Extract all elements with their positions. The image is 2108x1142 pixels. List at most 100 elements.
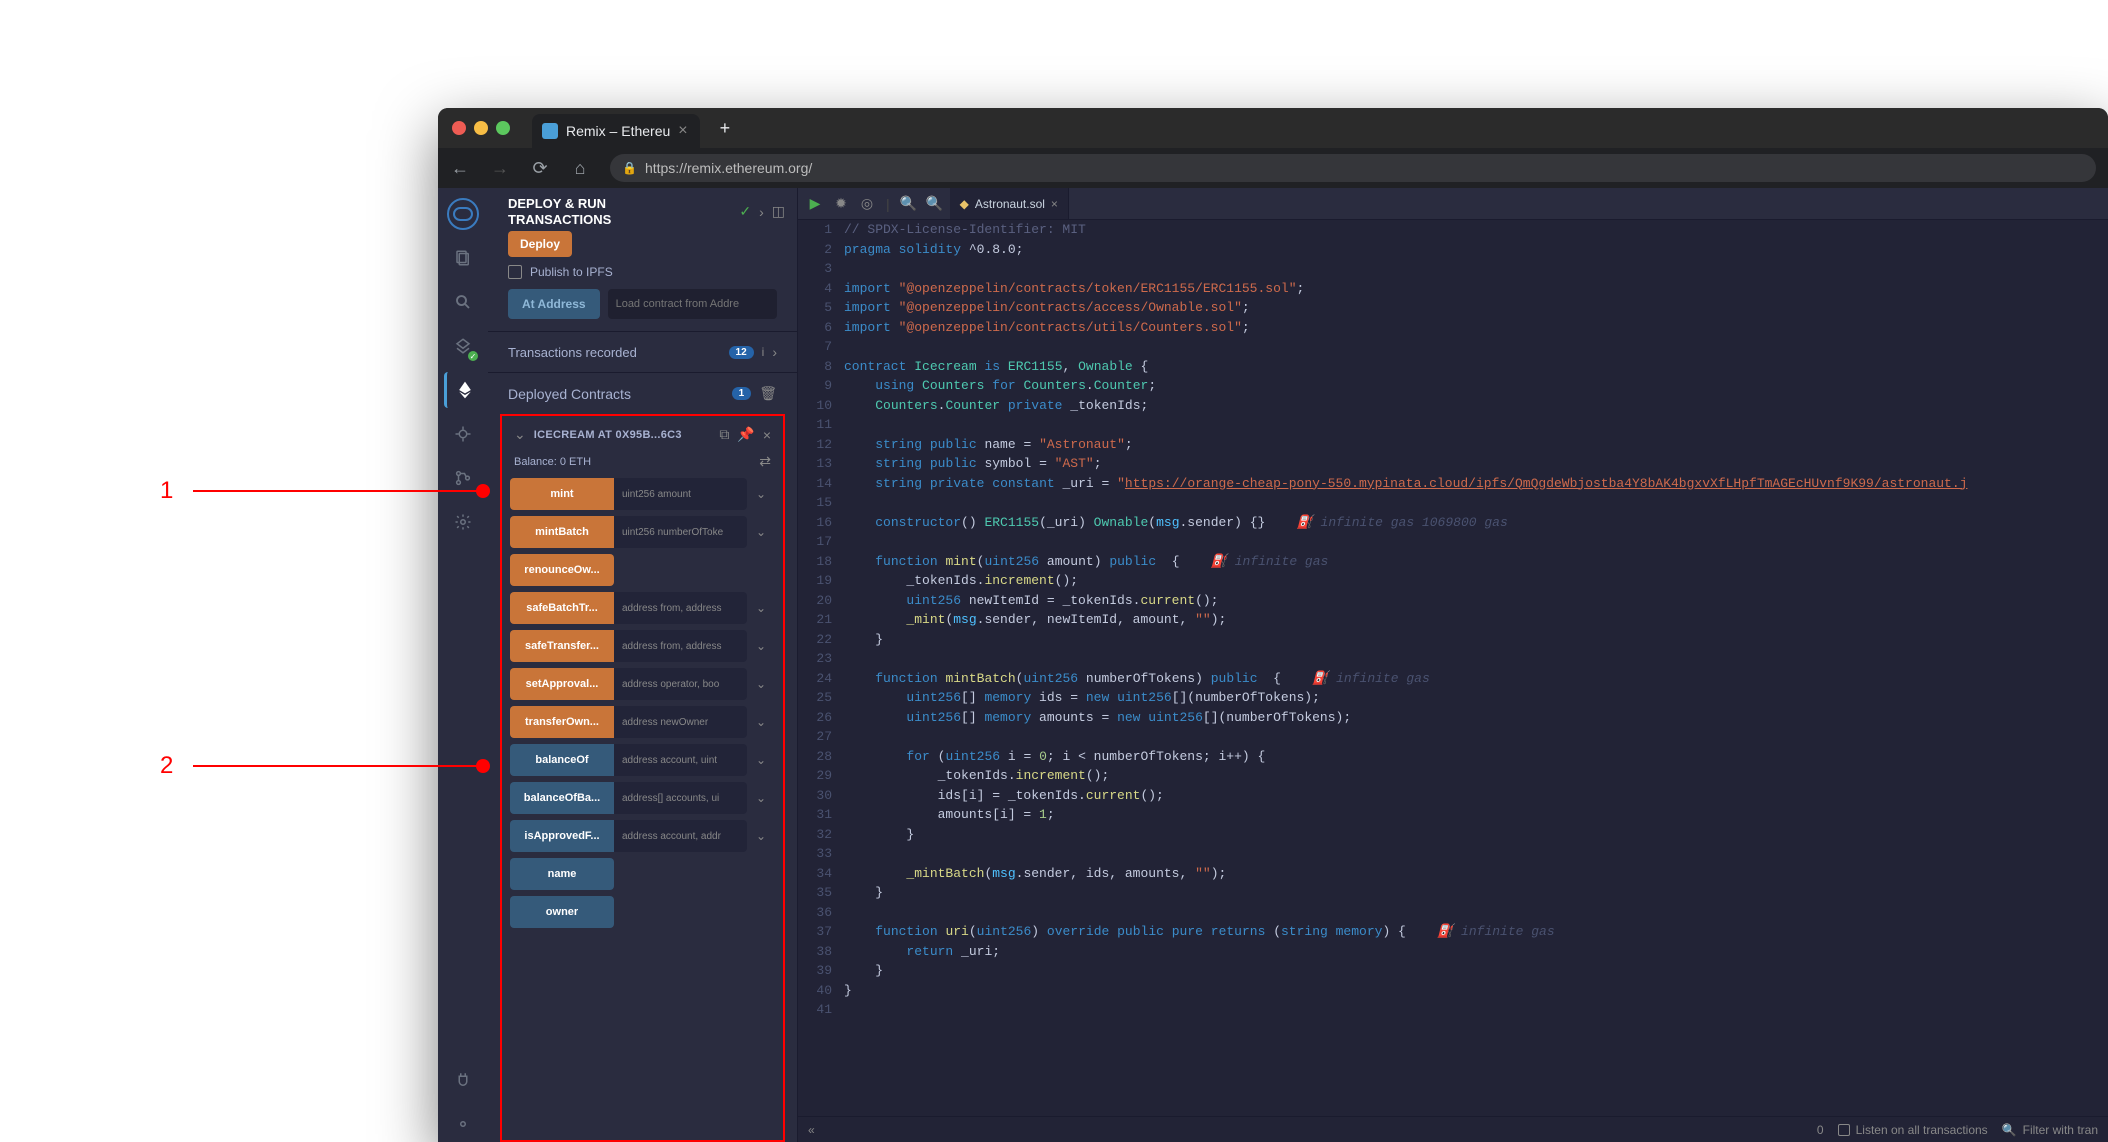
function-params-input[interactable]: uint256 numberOfToke <box>614 516 747 548</box>
trash-icon[interactable]: 🗑 <box>759 385 777 402</box>
panel-header: DEPLOY & RUN TRANSACTIONS ✓ › ◫ <box>488 188 797 231</box>
chevron-down-icon[interactable]: ⌄ <box>747 668 775 700</box>
function-button[interactable]: isApprovedF... <box>510 820 614 852</box>
function-params-input[interactable]: address account, uint <box>614 744 747 776</box>
code-editor[interactable]: 1234567891011121314151617181920212223242… <box>798 220 2108 1116</box>
address-bar: ← → ⟳ ⌂ 🔒 https://remix.ethereum.org/ <box>438 148 2108 188</box>
solidity-file-icon: ◆ <box>960 197 969 211</box>
window-close-icon[interactable] <box>452 121 466 135</box>
home-button[interactable]: ⌂ <box>570 158 590 179</box>
annotation-2: 2 <box>160 752 490 780</box>
settings-icon[interactable] <box>445 504 481 540</box>
chevron-down-icon[interactable]: ⌄ <box>747 630 775 662</box>
tab-close-icon[interactable]: × <box>1051 197 1058 211</box>
remix-logo-icon[interactable] <box>445 196 481 232</box>
function-button[interactable]: setApproval... <box>510 668 614 700</box>
chevron-right-icon[interactable]: › <box>772 344 777 360</box>
window-minimize-icon[interactable] <box>474 121 488 135</box>
chevron-down-icon[interactable]: ⌄ <box>747 478 775 510</box>
panel-toggle-icon[interactable]: ◫ <box>772 203 785 220</box>
filter-search[interactable]: 🔍 Filter with tran <box>2002 1123 2098 1137</box>
browser-tab[interactable]: Remix – Ethereu × <box>532 114 700 148</box>
copy-icon[interactable]: ⧉ <box>719 426 729 443</box>
browser-window: Remix – Ethereu × + ← → ⟳ ⌂ 🔒 https://re… <box>438 108 2108 1142</box>
function-button[interactable]: mint <box>510 478 614 510</box>
debugger-icon[interactable] <box>445 416 481 452</box>
window-maximize-icon[interactable] <box>496 121 510 135</box>
function-button[interactable]: transferOwn... <box>510 706 614 738</box>
editor-tabs: ▶ ✹ ◎ | 🔍 🔍 ◆ Astronaut.sol × <box>798 188 2108 220</box>
function-row: mintBatchuint256 numberOfToke⌄ <box>510 516 775 548</box>
bug-icon[interactable]: ✹ <box>830 195 852 212</box>
compiler-icon[interactable]: ✓ <box>445 328 481 364</box>
chevron-down-icon[interactable]: ⌄ <box>514 426 526 443</box>
at-address-row: At Address <box>488 289 797 331</box>
chevron-down-icon[interactable]: ⌄ <box>747 782 775 814</box>
function-params-input[interactable]: address[] accounts, ui <box>614 782 747 814</box>
function-params-input[interactable]: address account, addr <box>614 820 747 852</box>
function-params-input[interactable]: address newOwner <box>614 706 747 738</box>
plugin-icon[interactable] <box>445 1062 481 1098</box>
file-explorer-icon[interactable] <box>445 240 481 276</box>
reload-button[interactable]: ⟳ <box>530 158 550 179</box>
balance-row: Balance: 0 ETH ⇄ <box>510 451 775 472</box>
function-button[interactable]: balanceOf <box>510 744 614 776</box>
info-icon[interactable]: i <box>762 345 765 359</box>
code-content[interactable]: // SPDX-License-Identifier: MITpragma so… <box>844 220 2108 1116</box>
play-icon[interactable]: ▶ <box>804 195 826 212</box>
listen-checkbox[interactable] <box>1838 1124 1850 1136</box>
forward-button[interactable]: → <box>490 158 510 179</box>
function-button[interactable]: mintBatch <box>510 516 614 548</box>
function-button[interactable]: safeBatchTr... <box>510 592 614 624</box>
bottom-settings-icon[interactable] <box>445 1106 481 1142</box>
at-address-button[interactable]: At Address <box>508 289 600 319</box>
function-params-input[interactable]: address operator, boo <box>614 668 747 700</box>
back-button[interactable]: ← <box>450 158 470 179</box>
listen-all-tx[interactable]: Listen on all transactions <box>1838 1123 1988 1137</box>
publish-ipfs-row: Publish to IPFS <box>488 265 797 289</box>
function-row: mintuint256 amount⌄ <box>510 478 775 510</box>
url-text: https://remix.ethereum.org/ <box>645 160 812 176</box>
chevron-right-icon[interactable]: › <box>759 204 764 220</box>
check-icon: ✓ <box>739 203 751 220</box>
close-icon[interactable]: × <box>763 427 771 443</box>
function-params-input[interactable]: address from, address <box>614 630 747 662</box>
function-row: safeBatchTr...address from, address⌄ <box>510 592 775 624</box>
deploy-run-icon[interactable] <box>444 372 480 408</box>
url-input[interactable]: 🔒 https://remix.ethereum.org/ <box>610 154 2096 182</box>
tx-recorded-label: Transactions recorded <box>508 345 721 360</box>
tx-recorded-row[interactable]: Transactions recorded 12 i › <box>488 332 797 372</box>
chevron-down-icon[interactable]: ⌄ <box>747 516 775 548</box>
zoom-in-icon[interactable]: 🔍 <box>924 195 946 212</box>
function-button[interactable]: name <box>510 858 614 890</box>
chevron-down-icon[interactable]: ⌄ <box>747 592 775 624</box>
function-params-input[interactable]: uint256 amount <box>614 478 747 510</box>
record-icon[interactable]: ◎ <box>856 195 878 212</box>
function-button[interactable]: balanceOfBa... <box>510 782 614 814</box>
search-icon[interactable] <box>445 284 481 320</box>
pin-icon[interactable]: 📌 <box>737 426 754 443</box>
tab-close-icon[interactable]: × <box>678 122 687 140</box>
terminal-toggle-icon[interactable]: « <box>808 1123 815 1137</box>
editor-footer: « 0 Listen on all transactions 🔍 Filter … <box>798 1116 2108 1142</box>
low-level-icon[interactable]: ⇄ <box>759 453 771 470</box>
function-button[interactable]: safeTransfer... <box>510 630 614 662</box>
panel-title: DEPLOY & RUN TRANSACTIONS <box>508 196 731 227</box>
tx-recorded-badge: 12 <box>729 346 754 359</box>
zoom-out-icon[interactable]: 🔍 <box>898 195 920 212</box>
contract-header: ⌄ ICECREAM AT 0X95B...6C3 ⧉ 📌 × <box>510 424 775 445</box>
file-tab[interactable]: ◆ Astronaut.sol × <box>950 188 1069 219</box>
function-params-input[interactable]: address from, address <box>614 592 747 624</box>
new-tab-button[interactable]: + <box>720 118 731 139</box>
publish-ipfs-checkbox[interactable] <box>508 265 522 279</box>
function-button[interactable]: owner <box>510 896 614 928</box>
chevron-down-icon[interactable]: ⌄ <box>747 744 775 776</box>
deploy-button[interactable]: Deploy <box>508 231 572 257</box>
filename: Astronaut.sol <box>975 197 1045 211</box>
function-row: renounceOw... <box>510 554 775 586</box>
chevron-down-icon[interactable]: ⌄ <box>747 820 775 852</box>
deployed-contracts-label: Deployed Contracts <box>508 386 724 402</box>
chevron-down-icon[interactable]: ⌄ <box>747 706 775 738</box>
function-button[interactable]: renounceOw... <box>510 554 614 586</box>
at-address-input[interactable] <box>608 289 777 319</box>
